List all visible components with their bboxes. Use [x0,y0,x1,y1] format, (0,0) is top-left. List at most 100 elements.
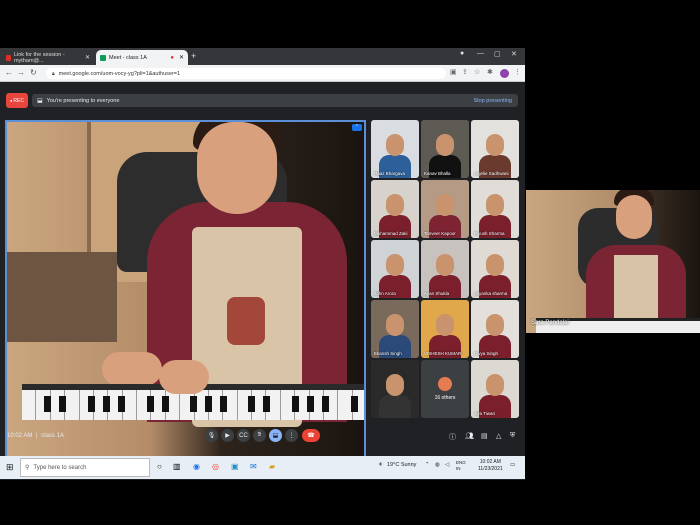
profile-avatar[interactable] [500,69,509,78]
host-controls-icon[interactable]: ⛨ [510,432,515,440]
lock-icon: 🔒︎ [52,70,55,77]
tab-session-link[interactable]: Link for the session - mytham@... ✕ [2,50,94,65]
more-options-icon[interactable]: ⋮ [285,429,298,442]
side-participant-name: Sara Pandalai [531,320,569,326]
participant-tile[interactable]: Piyush Sharma [471,180,519,238]
participant-tile[interactable]: VISHESH KUMAR [421,300,469,358]
weather-icon: ☀ [378,462,383,468]
participant-name: Divya Singh [474,351,499,356]
main-video-tile: ⌃ [5,120,366,467]
tab-label: Meet - class 1A [109,54,147,61]
tray-overflow-icon[interactable]: ⌃ [425,462,430,468]
weather-text[interactable]: 19°C Sunny [387,462,416,468]
reload-icon[interactable]: ↻ [30,68,37,77]
participant-name: priyanka sharma [474,291,508,296]
profile-icon[interactable]: ● [460,50,464,57]
others-avatar [438,377,452,391]
meet-header: ● REC ⬓ You're presenting to everyone St… [0,91,525,111]
browser-window: Link for the session - mytham@... ✕ Meet… [0,48,525,480]
participant-face [486,134,504,156]
participant-tile[interactable]: Kanav Bhalla [421,120,469,178]
menu-icon[interactable]: ⋮ [514,68,521,76]
presenting-banner: ⬓ You're presenting to everyone Stop pre… [32,94,518,107]
system-clock[interactable]: 10:02 AM 11/23/2021 [478,459,503,473]
notification-icon[interactable]: ▭ [510,462,515,468]
info-icon[interactable]: ⓘ [449,432,456,442]
side-video-preview: Sara Pandalai [526,190,700,333]
present-now-icon[interactable]: ⬓ [269,429,282,442]
participant-name: Kanav Bhalla [424,171,451,176]
participant-face [386,314,404,336]
participant-name: Ekansh Singh [374,351,402,356]
language-indicator[interactable]: ENG IN [456,460,466,472]
participant-tile[interactable]: Ekansh Singh [371,300,419,358]
meeting-time: 10:02 AM [7,433,33,439]
camera-button-icon[interactable]: ▶ [221,429,234,442]
others-label: 16 others [434,395,456,401]
new-tab-icon[interactable]: + [191,51,196,61]
participant-face [486,374,504,396]
meet-control-bar: 10:02 AM | class 1A 🎙︎ ▶ CC ✋︎ ⬓ ⋮ ☎︎ ⓘ … [0,424,525,450]
tab-meet[interactable]: Meet - class 1A ● ✕ [96,50,188,65]
taskbar-search-input[interactable]: ⚲ Type here to search [20,458,150,477]
network-icon[interactable]: ◍ [435,462,440,468]
participant-tile[interactable]: Jiya Tiwari [471,360,519,418]
participant-tile[interactable]: Ayan Shukla [421,240,469,298]
raise-hand-icon[interactable]: ✋︎ [253,429,266,442]
participant-tile[interactable]: Muhammad Zaki [371,180,419,238]
participant-tile[interactable]: priyanka sharma [471,240,519,298]
gmail-favicon-icon [6,54,11,61]
participant-tile[interactable] [371,360,419,418]
rec-badge: ● REC [6,93,28,108]
mic-button-icon[interactable]: 🎙︎ [205,429,218,442]
share-icon[interactable]: ⇪ [462,68,468,76]
star-icon[interactable]: ☆ [474,68,480,76]
url-text: meet.google.com/uom-vocy-yg?pli=1&authus… [58,70,181,77]
presenting-text: You're presenting to everyone [46,97,120,104]
participant-face [486,254,504,276]
tab-bar: Link for the session - mytham@... ✕ Meet… [0,48,525,65]
search-icon: ⚲ [25,465,30,471]
participant-tile[interactable]: Raaz Bhargava [371,120,419,178]
participant-face [386,374,404,396]
volume-icon[interactable]: ◁ [445,462,449,468]
present-screen-icon: ⬓ [37,98,43,104]
store-icon[interactable]: ▣ [231,462,239,471]
cortana-icon[interactable]: ○ [157,462,162,471]
participant-tile[interactable]: Tanveer Kapoor [421,180,469,238]
stop-presenting-button[interactable]: Stop presenting [473,98,512,104]
participant-grid: Raaz Bhargava Kanav Bhalla Anjelie Sadhwan… [371,120,519,418]
face [197,122,277,214]
others-tile[interactable]: 16 others [421,360,469,418]
maximize-icon[interactable]: ▢ [494,50,501,58]
participant-name: John Arora [374,291,396,296]
minimize-icon[interactable]: — [477,50,484,57]
file-explorer-icon[interactable]: ▰ [269,462,275,471]
url-input[interactable]: 🔒︎ meet.google.com/uom-vocy-yg?pli=1&aut… [46,68,446,79]
chrome-icon[interactable]: ◎ [212,462,219,471]
participant-tile[interactable]: John Arora [371,240,419,298]
screen: Link for the session - mytham@... ✕ Meet… [0,0,700,525]
people-icon[interactable]: 👥︎ [465,432,474,440]
close-icon[interactable]: ✕ [179,54,184,61]
edge-icon[interactable]: ◉ [193,462,200,471]
close-window-icon[interactable]: ✕ [511,50,517,58]
pin-button[interactable]: ⌃ [352,124,362,131]
mail-icon[interactable]: ✉ [250,462,257,471]
participant-tile[interactable]: Anjelie Sadhwani [471,120,519,178]
task-view-icon[interactable]: ▥ [173,462,181,471]
back-icon[interactable]: ← [5,68,13,77]
close-icon[interactable]: ✕ [85,54,90,61]
participant-face [436,134,454,156]
forward-icon[interactable]: → [17,68,25,77]
extensions-icon[interactable]: ✱ [487,68,493,76]
leave-call-icon[interactable]: ☎︎ [302,429,320,442]
chat-icon[interactable]: ▤ [481,432,488,440]
camera-icon[interactable]: ▣ [450,68,457,76]
side-face [616,195,652,239]
meeting-details[interactable]: 10:02 AM | class 1A [7,433,64,439]
participant-tile[interactable]: Divya Singh [471,300,519,358]
windows-start-icon[interactable]: ⊞ [6,462,14,473]
activities-icon[interactable]: △ [496,432,501,440]
captions-button-icon[interactable]: CC [237,429,250,442]
